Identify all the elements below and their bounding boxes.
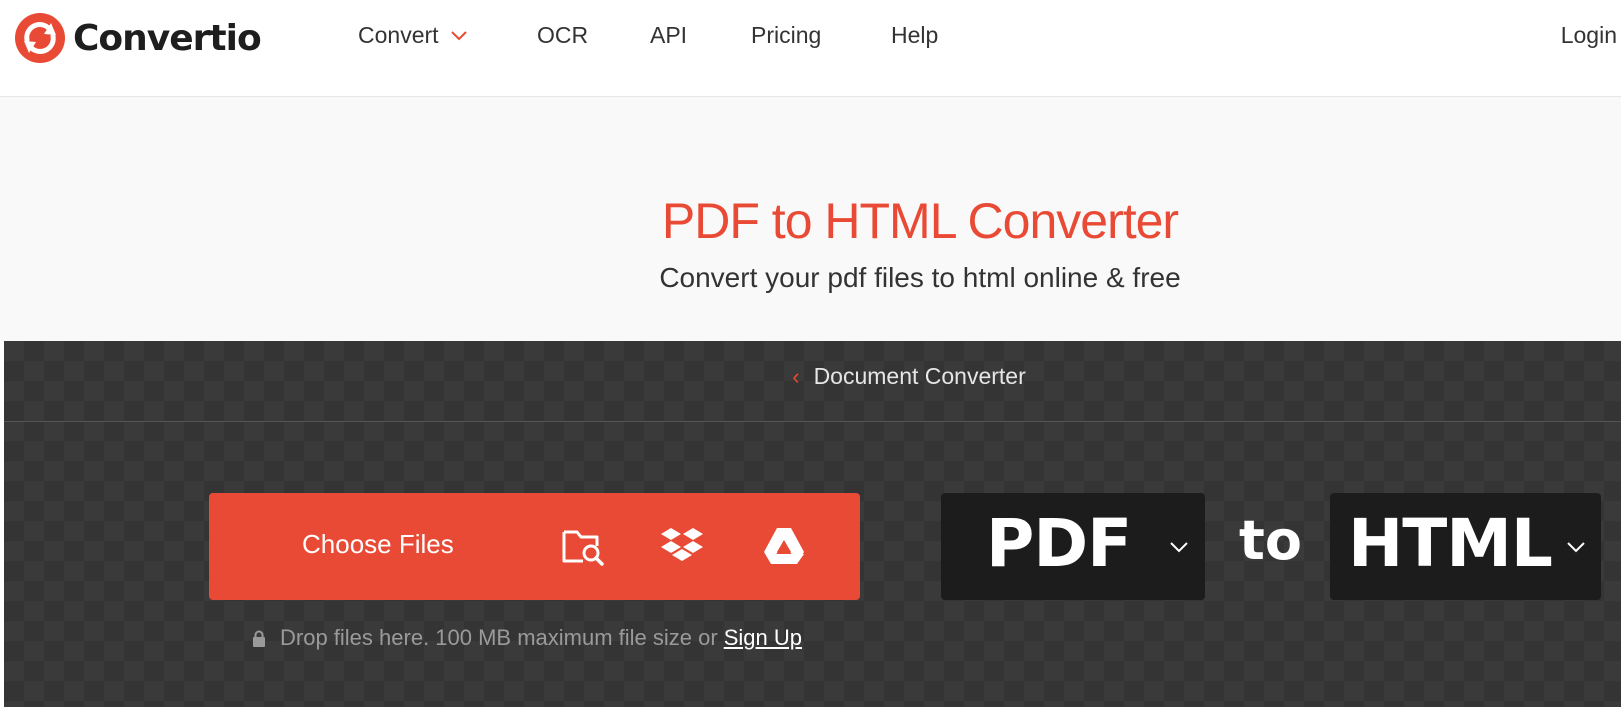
nav-ocr[interactable]: OCR <box>537 22 588 49</box>
choose-files-label: Choose Files <box>302 529 454 559</box>
chevron-down-icon <box>1170 542 1188 553</box>
nav-convert-label: Convert <box>358 22 439 48</box>
page-title: PDF to HTML Converter <box>661 193 1179 249</box>
logo-text: Convertio <box>73 17 262 59</box>
convertio-logo-icon <box>15 13 65 63</box>
signup-link[interactable]: Sign Up <box>724 625 802 651</box>
top-navbar: Convertio Convert OCR API Pricing Help L… <box>0 0 1621 97</box>
nav-help[interactable]: Help <box>891 22 938 49</box>
nav-api[interactable]: API <box>650 22 687 49</box>
from-format-select[interactable]: PDF <box>941 493 1205 600</box>
breadcrumb-label: Document Converter <box>813 363 1026 389</box>
google-drive-icon[interactable] <box>762 526 806 566</box>
dropbox-icon[interactable] <box>660 526 704 566</box>
to-format-select[interactable]: HTML <box>1330 493 1601 600</box>
chevron-down-icon <box>1567 542 1585 553</box>
hero-section: PDF to HTML Converter Convert your pdf f… <box>0 97 1621 341</box>
drop-hint-text: Drop files here. 100 MB maximum file siz… <box>280 625 718 650</box>
lock-icon <box>253 630 265 647</box>
breadcrumb-bar: ‹ Document Converter <box>4 341 1621 422</box>
nav-api-label: API <box>650 22 688 48</box>
to-format-label: HTML <box>1348 505 1553 582</box>
converter-panel: ‹ Document Converter Choose Files PDF to… <box>4 341 1621 707</box>
drop-hint: Drop files here. 100 MB maximum file siz… <box>252 625 802 651</box>
breadcrumb[interactable]: ‹ Document Converter <box>4 363 1621 390</box>
nav-convert[interactable]: Convert <box>358 22 467 49</box>
to-label: to <box>1239 509 1302 572</box>
nav-ocr-label: OCR <box>537 22 589 48</box>
chevron-down-icon <box>450 30 467 40</box>
chevron-left-icon: ‹ <box>792 364 800 389</box>
from-format-label: PDF <box>986 505 1132 582</box>
nav-help-label: Help <box>891 22 939 48</box>
choose-files-button[interactable]: Choose Files <box>209 493 860 600</box>
page-subtitle: Convert your pdf files to html online & … <box>659 262 1181 293</box>
login-link[interactable]: Login <box>1561 22 1617 49</box>
nav-pricing-label: Pricing <box>751 22 822 48</box>
folder-search-icon[interactable] <box>561 526 605 566</box>
logo[interactable]: Convertio <box>15 13 262 63</box>
nav-pricing[interactable]: Pricing <box>751 22 821 49</box>
